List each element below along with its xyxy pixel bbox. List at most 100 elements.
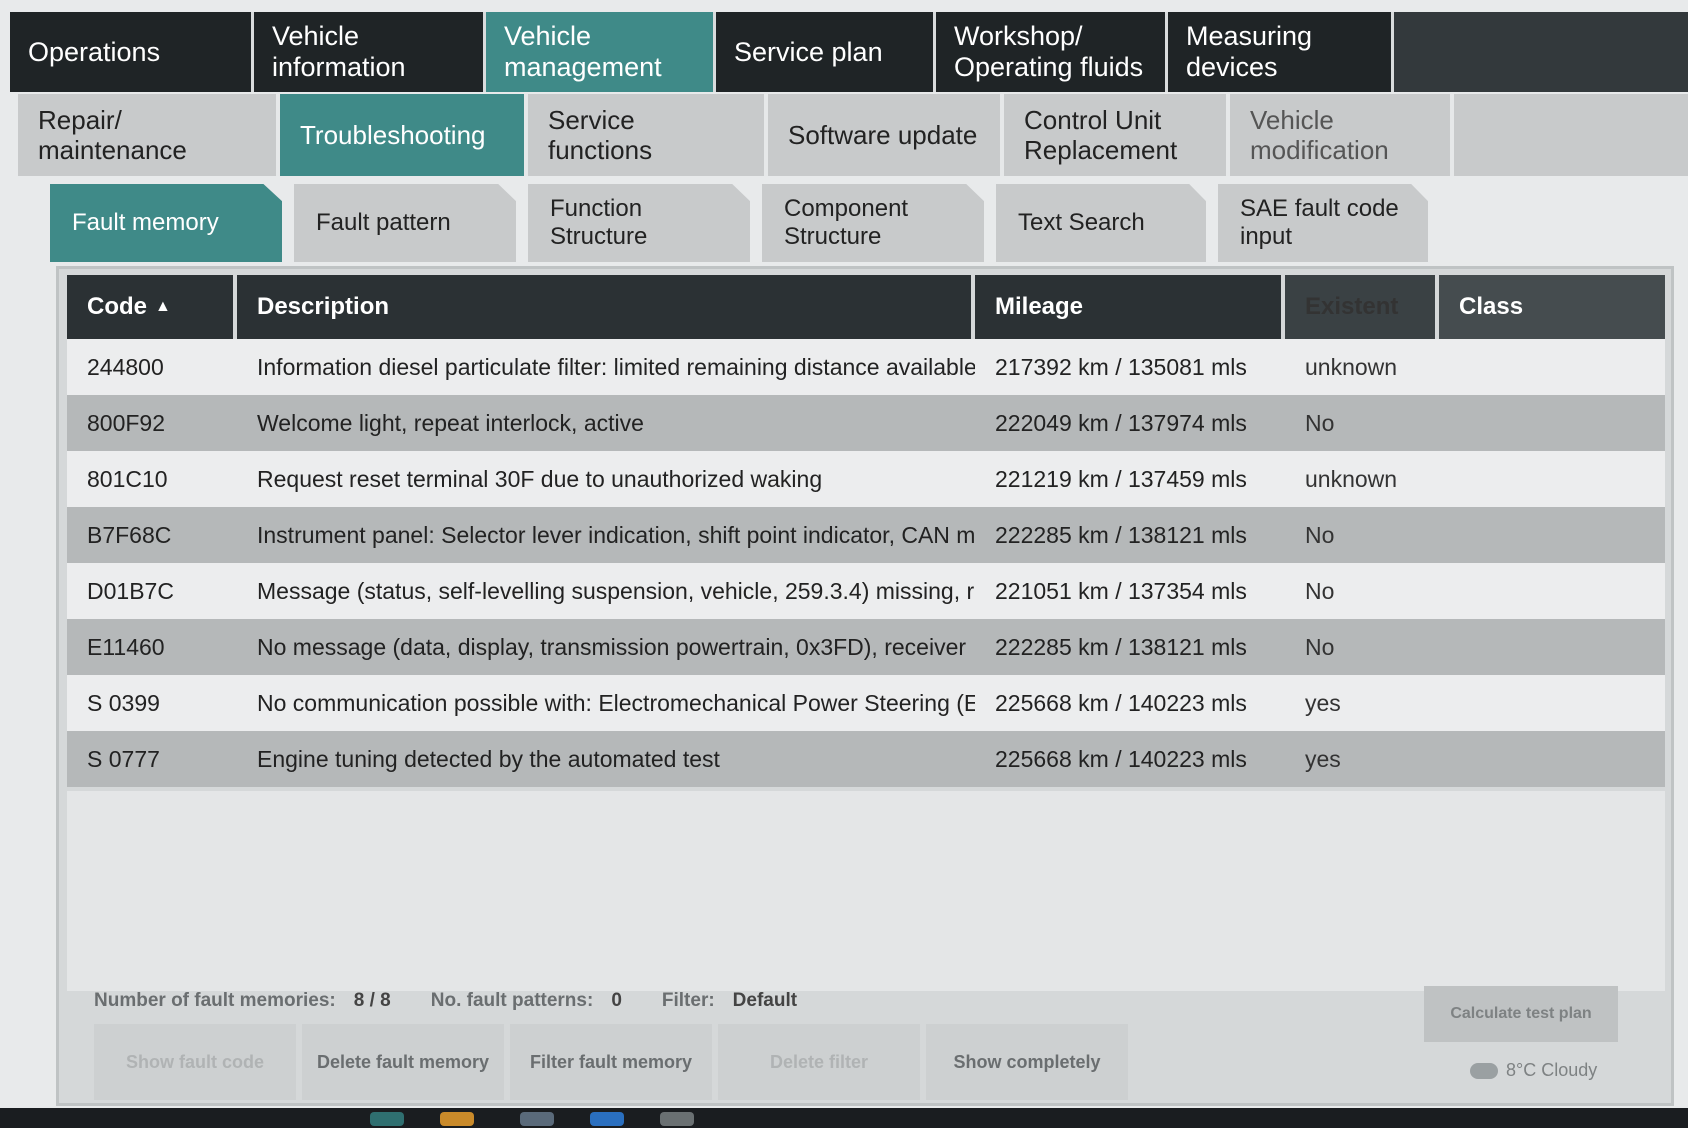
cell-class — [1439, 675, 1665, 731]
folder-icon[interactable] — [440, 1112, 474, 1126]
nav-service-functions[interactable]: Service functions — [528, 94, 768, 176]
cell-existent: yes — [1305, 745, 1341, 772]
cell-existent: unknown — [1305, 465, 1398, 492]
nav-control-unit-replacement[interactable]: Control Unit Replacement — [1004, 94, 1230, 176]
nav-vehicle-management[interactable]: Vehicle management — [486, 12, 716, 92]
fault-memories-count: Number of fault memories: 8 / 8 — [94, 990, 391, 1011]
cell-class — [1439, 507, 1665, 563]
column-description[interactable]: Description — [237, 275, 975, 339]
cell-description: No communication possible with: Electrom… — [257, 689, 975, 716]
nav-troubleshooting[interactable]: Troubleshooting — [280, 94, 528, 176]
table-row[interactable]: B7F68C Instrument panel: Selector lever … — [67, 507, 1665, 563]
browser-icon[interactable] — [590, 1112, 624, 1126]
nav-operations[interactable]: Operations — [10, 12, 254, 92]
main-nav: Operations Vehicle information Vehicle m… — [10, 12, 1688, 92]
nav-workshop-operating-fluids[interactable]: Workshop/ Operating fluids — [936, 12, 1168, 92]
fault-tabs: Fault memory Fault pattern Function Stru… — [50, 184, 1670, 264]
table-empty-area — [67, 791, 1665, 991]
cell-class — [1439, 339, 1665, 395]
show-fault-code-button[interactable]: Show fault code — [94, 1024, 296, 1100]
filter-fault-memory-button[interactable]: Filter fault memory — [510, 1024, 712, 1100]
cell-class — [1439, 731, 1665, 787]
cell-description: Request reset terminal 30F due to unauth… — [257, 465, 823, 492]
cell-existent: unknown — [1305, 353, 1398, 380]
taskbar-app-icon[interactable] — [660, 1112, 694, 1126]
cell-description: Welcome light, repeat interlock, active — [257, 409, 644, 436]
cell-existent: No — [1305, 633, 1335, 660]
cell-code: S 0777 — [87, 745, 160, 772]
cell-existent: No — [1305, 577, 1335, 604]
fault-memory-panel: Code ▲ Description Mileage Existent Class… — [56, 266, 1674, 1106]
nav-measuring-devices[interactable]: Measuring devices — [1168, 12, 1394, 92]
cell-code: 244800 — [87, 353, 164, 380]
column-existent[interactable]: Existent — [1285, 275, 1439, 339]
status-bar: Number of fault memories: 8 / 8 No. fault… — [94, 990, 1394, 1012]
fault-patterns-count: No. fault patterns: 0 — [430, 990, 622, 1011]
delete-filter-button[interactable]: Delete filter — [718, 1024, 920, 1100]
table-row[interactable]: 800F92 Welcome light, repeat interlock, … — [67, 395, 1665, 451]
tab-component-structure[interactable]: Component Structure — [762, 184, 984, 262]
nav-software-update[interactable]: Software update — [768, 94, 1004, 176]
diagnostic-screen: Operations Vehicle information Vehicle m… — [0, 0, 1688, 1128]
table-row[interactable]: S 0777 Engine tuning detected by the aut… — [67, 731, 1665, 787]
cell-existent: No — [1305, 409, 1335, 436]
cell-existent: yes — [1305, 689, 1341, 716]
table-row[interactable]: E11460 No message (data, display, transm… — [67, 619, 1665, 675]
cell-mileage: 222285 km / 138121 mls — [995, 633, 1247, 660]
cell-class — [1439, 619, 1665, 675]
table-header: Code ▲ Description Mileage Existent Class — [67, 275, 1665, 339]
filter-status: Filter: Default — [661, 990, 798, 1011]
cell-description: No message (data, display, transmission … — [257, 633, 967, 660]
column-class[interactable]: Class — [1439, 275, 1665, 339]
taskbar-app-icon[interactable] — [520, 1112, 554, 1126]
cloud-icon — [1470, 1062, 1498, 1079]
cell-mileage: 217392 km / 135081 mls — [995, 353, 1247, 380]
cell-class — [1439, 395, 1665, 451]
cell-code: B7F68C — [87, 521, 172, 548]
tab-fault-pattern[interactable]: Fault pattern — [294, 184, 516, 262]
cell-description: Instrument panel: Selector lever indicat… — [257, 521, 975, 548]
taskbar — [0, 1108, 1688, 1128]
nav-service-plan[interactable]: Service plan — [716, 12, 936, 92]
taskbar-app-icon[interactable] — [370, 1112, 404, 1126]
nav-empty-slot — [1394, 12, 1688, 92]
cell-mileage: 221051 km / 137354 mls — [995, 577, 1247, 604]
cell-code: D01B7C — [87, 577, 174, 604]
table-row[interactable]: 801C10 Request reset terminal 30F due to… — [67, 451, 1665, 507]
sub-nav: Repair/ maintenance Troubleshooting Serv… — [18, 94, 1688, 176]
cell-mileage: 222049 km / 137974 mls — [995, 409, 1247, 436]
show-completely-button[interactable]: Show completely — [926, 1024, 1128, 1100]
subnav-empty-slot — [1454, 94, 1688, 176]
cell-class — [1439, 563, 1665, 619]
table-row[interactable]: S 0399 No communication possible with: E… — [67, 675, 1665, 731]
cell-mileage: 225668 km / 140223 mls — [995, 745, 1247, 772]
table-row[interactable]: 244800 Information diesel particulate fi… — [67, 339, 1665, 395]
action-buttons: Show fault code Delete fault memory Filt… — [94, 1024, 1688, 1104]
table-row[interactable]: D01B7C Message (status, self-levelling s… — [67, 563, 1665, 619]
sort-ascending-icon: ▲ — [155, 298, 171, 315]
cell-code: S 0399 — [87, 689, 160, 716]
cell-description: Message (status, self-levelling suspensi… — [257, 577, 975, 604]
tab-sae-fault-code-input[interactable]: SAE fault code input — [1218, 184, 1428, 262]
cell-mileage: 221219 km / 137459 mls — [995, 465, 1247, 492]
fault-table: Code ▲ Description Mileage Existent Class… — [67, 275, 1665, 991]
cell-mileage: 225668 km / 140223 mls — [995, 689, 1247, 716]
weather-widget[interactable]: 8°C Cloudy — [1470, 1060, 1597, 1081]
column-mileage[interactable]: Mileage — [975, 275, 1285, 339]
nav-vehicle-modification[interactable]: Vehicle modification — [1230, 94, 1454, 176]
cell-mileage: 222285 km / 138121 mls — [995, 521, 1247, 548]
delete-fault-memory-button[interactable]: Delete fault memory — [302, 1024, 504, 1100]
cell-class — [1439, 451, 1665, 507]
cell-code: 800F92 — [87, 409, 166, 436]
cell-description: Information diesel particulate filter: l… — [257, 353, 975, 380]
tab-text-search[interactable]: Text Search — [996, 184, 1206, 262]
column-code[interactable]: Code ▲ — [67, 275, 237, 339]
cell-description: Engine tuning detected by the automated … — [257, 745, 720, 772]
tab-function-structure[interactable]: Function Structure — [528, 184, 750, 262]
cell-code: E11460 — [87, 633, 165, 660]
nav-repair-maintenance[interactable]: Repair/ maintenance — [18, 94, 280, 176]
cell-code: 801C10 — [87, 465, 168, 492]
cell-existent: No — [1305, 521, 1335, 548]
tab-fault-memory[interactable]: Fault memory — [50, 184, 282, 262]
nav-vehicle-information[interactable]: Vehicle information — [254, 12, 486, 92]
